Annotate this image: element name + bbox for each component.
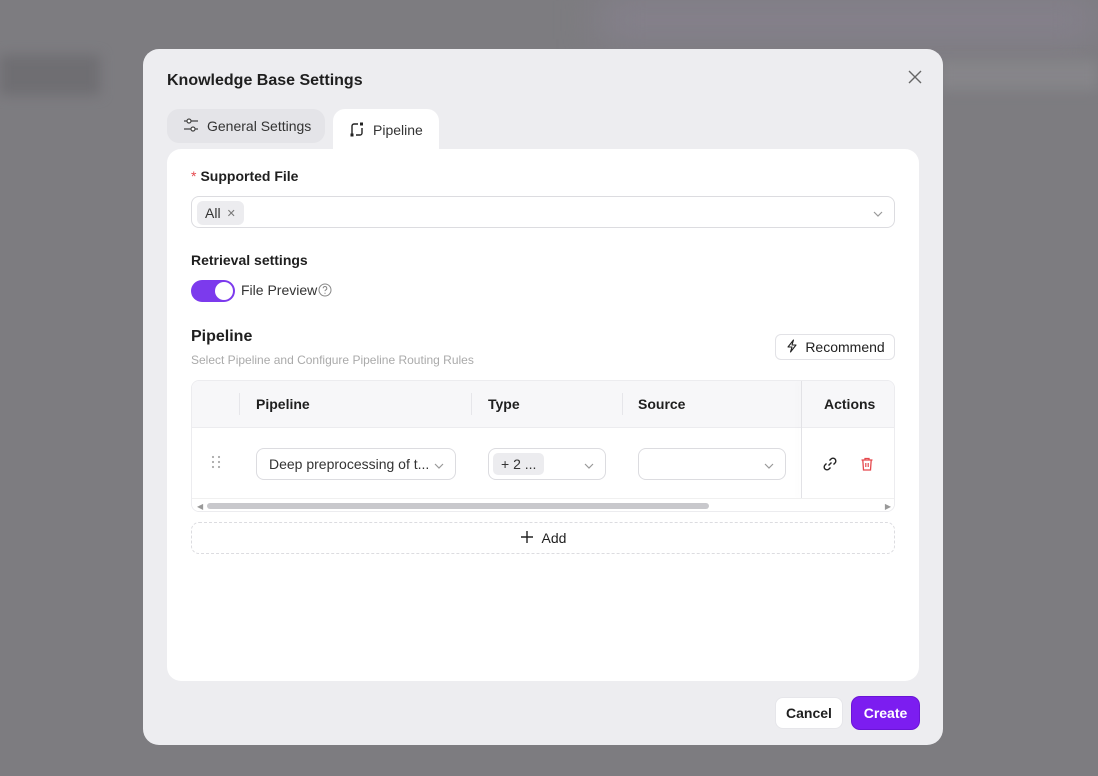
close-icon[interactable]: [907, 69, 923, 85]
scroll-left-arrow-icon[interactable]: ◀: [197, 502, 203, 511]
link-icon[interactable]: [822, 456, 838, 477]
column-divider: [471, 393, 472, 415]
pipeline-icon: [349, 121, 365, 140]
tab-label: Pipeline: [373, 122, 423, 138]
add-label: Add: [541, 530, 567, 546]
pipeline-panel: * Supported File All ✕ Retrieval settings…: [167, 149, 919, 681]
help-icon[interactable]: [318, 283, 332, 297]
column-divider: [239, 393, 240, 415]
selected-tag: All ✕: [197, 201, 244, 225]
supported-file-select[interactable]: All ✕: [191, 196, 895, 228]
plus-icon: [520, 530, 534, 547]
recommend-label: Recommend: [805, 339, 885, 355]
column-header-actions: Actions: [824, 396, 876, 412]
type-select[interactable]: + 2 ...: [488, 448, 606, 480]
sliders-icon: [183, 117, 199, 136]
add-row-button[interactable]: Add: [191, 522, 895, 554]
horizontal-scrollbar[interactable]: ◀ ▶: [192, 498, 894, 511]
retrieval-settings-label: Retrieval settings: [191, 252, 308, 268]
pipeline-select[interactable]: Deep preprocessing of t...: [256, 448, 456, 480]
trash-icon[interactable]: [859, 456, 875, 477]
file-preview-toggle[interactable]: [191, 280, 235, 302]
tab-label: General Settings: [207, 118, 312, 134]
tab-general-settings[interactable]: General Settings: [167, 109, 325, 143]
drag-handle-icon[interactable]: [210, 455, 222, 474]
tag-remove-icon[interactable]: ✕: [227, 207, 236, 220]
pipeline-section-title: Pipeline: [191, 328, 253, 345]
table-header: Pipeline Type Source Actions: [192, 381, 894, 428]
cancel-button[interactable]: Cancel: [775, 697, 843, 729]
tab-pipeline[interactable]: Pipeline: [333, 109, 439, 151]
scroll-right-arrow-icon[interactable]: ▶: [885, 502, 891, 511]
lightning-icon: [785, 338, 799, 356]
fixed-column-divider: [801, 381, 802, 499]
column-divider: [622, 393, 623, 415]
supported-file-label: * Supported File: [191, 168, 299, 184]
column-header-type: Type: [488, 396, 520, 412]
background-blur: [600, 0, 1098, 40]
column-header-source: Source: [638, 396, 686, 412]
chevron-down-icon: [583, 459, 595, 477]
recommend-button[interactable]: Recommend: [775, 334, 895, 360]
type-tag: + 2 ...: [493, 453, 545, 475]
required-mark: *: [191, 168, 197, 184]
chevron-down-icon: [433, 459, 445, 477]
pipeline-section-subtitle: Select Pipeline and Configure Pipeline R…: [191, 353, 474, 367]
create-button[interactable]: Create: [852, 697, 919, 729]
pipeline-table: Pipeline Type Source Actions Deep prepro…: [191, 380, 895, 512]
chevron-down-icon: [872, 207, 884, 225]
chevron-down-icon: [763, 459, 775, 477]
background-blur: [0, 55, 100, 95]
modal-title: Knowledge Base Settings: [167, 72, 363, 89]
toggle-knob: [215, 282, 233, 300]
file-preview-label: File Preview: [241, 282, 318, 298]
column-header-pipeline: Pipeline: [256, 396, 310, 412]
background-blur: [940, 60, 1098, 90]
scrollbar-thumb[interactable]: [207, 503, 709, 509]
source-select[interactable]: [638, 448, 786, 480]
knowledge-base-settings-modal: Knowledge Base Settings General Settings: [143, 49, 943, 745]
